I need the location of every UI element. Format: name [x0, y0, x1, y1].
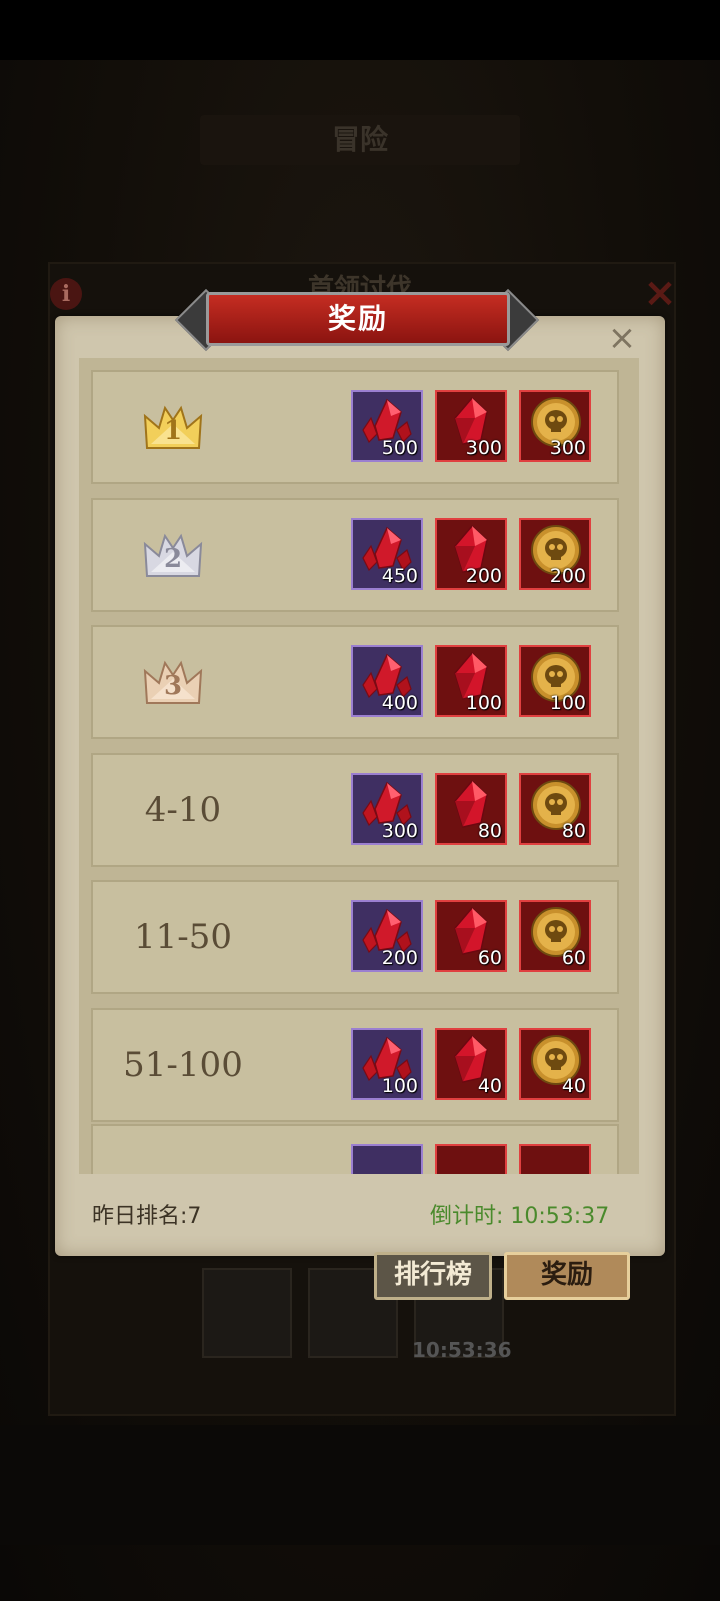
crystal-cluster-icon[interactable]: 300	[351, 772, 423, 845]
skull-coin-icon[interactable]: 60	[519, 900, 591, 973]
dialog-title: 奖励	[327, 302, 388, 335]
crystal-cluster-icon[interactable]: 100	[351, 1028, 423, 1100]
reward-quantity: 40	[477, 1075, 502, 1097]
reward-row: 3 400 100 100	[91, 625, 619, 740]
reward-quantity: 200	[549, 564, 586, 587]
skull-coin-icon[interactable]: 200	[519, 517, 591, 590]
dialog-header: 奖励	[174, 288, 540, 352]
reward-quantity: 450	[381, 564, 418, 587]
reward-row: 2 450 200 200	[91, 497, 619, 612]
close-icon[interactable]: ×	[606, 321, 638, 355]
red-gem-icon[interactable]: 80	[435, 772, 507, 845]
reward-row: 1 500 300 300	[91, 370, 619, 484]
reward-quantity: 40	[561, 1075, 586, 1097]
reward-quantity: 200	[381, 947, 418, 970]
reward-quantity: 300	[549, 437, 586, 459]
reward-row: 51-100 100 40 40	[91, 1008, 619, 1122]
crystal-cluster-icon[interactable]: 450	[351, 517, 423, 590]
boss-panel-close-icon[interactable]: ×	[643, 273, 677, 313]
countdown-timer: 倒计时: 10:53:37	[430, 1204, 610, 1229]
crystal-cluster-icon[interactable]: 400	[351, 645, 423, 718]
reward-row: 4-10 300 80 80	[91, 752, 619, 867]
red-gem-icon[interactable]: 300	[435, 390, 507, 462]
title-banner: 奖励	[206, 292, 510, 346]
bottom-navigation	[0, 1425, 720, 1545]
reward-quantity: 100	[381, 1075, 418, 1097]
rank-number: 2	[163, 543, 183, 574]
bronze-crown-icon: 3	[141, 653, 205, 709]
reward-quantity: 60	[477, 947, 502, 970]
reward-dialog: 1 500 300 300 2 450 200 200 3 400 100 10…	[55, 316, 665, 1256]
rank-range: 11-50	[133, 917, 232, 958]
yesterday-rank: 昨日排名:7	[92, 1204, 202, 1229]
reward-quantity: 80	[561, 819, 586, 842]
reward-quantity: 100	[549, 692, 586, 715]
rank-number: 3	[163, 671, 183, 702]
crystal-cluster-icon	[351, 1144, 423, 1174]
reward-quantity: 300	[465, 437, 502, 459]
skull-coin-icon[interactable]: 100	[519, 645, 591, 718]
reward-list[interactable]: 1 500 300 300 2 450 200 200 3 400 100 10…	[79, 358, 639, 1174]
gold-crown-icon: 1	[141, 398, 205, 454]
red-gem-icon[interactable]: 200	[435, 517, 507, 590]
rank-range: 4-10	[144, 789, 222, 830]
reward-quantity: 400	[381, 692, 418, 715]
reward-quantity: 60	[561, 947, 586, 970]
red-gem-icon	[435, 1144, 507, 1174]
skull-coin-icon	[519, 1144, 591, 1174]
top-title-plate: 冒险	[200, 115, 520, 165]
reward-row-partial	[91, 1124, 619, 1174]
reward-quantity: 500	[381, 437, 418, 459]
top-title: 冒险	[331, 123, 388, 156]
skull-coin-icon[interactable]: 80	[519, 772, 591, 845]
leaderboard-button[interactable]: 排行榜	[374, 1252, 492, 1300]
rank-range: 51-100	[123, 1045, 243, 1085]
reward-quantity: 300	[381, 819, 418, 842]
reward-quantity: 200	[465, 564, 502, 587]
crystal-cluster-icon[interactable]: 500	[351, 390, 423, 462]
rank-number: 1	[163, 416, 183, 446]
info-icon[interactable]: i	[50, 278, 82, 310]
red-gem-icon[interactable]: 60	[435, 900, 507, 973]
skull-coin-icon[interactable]: 40	[519, 1028, 591, 1100]
red-gem-icon[interactable]: 100	[435, 645, 507, 718]
reward-quantity: 100	[465, 692, 502, 715]
skull-coin-icon[interactable]: 300	[519, 390, 591, 462]
silver-crown-icon: 2	[141, 526, 205, 582]
reward-tab-button[interactable]: 奖励	[504, 1252, 630, 1300]
reward-row: 11-50 200 60 60	[91, 880, 619, 995]
red-gem-icon[interactable]: 40	[435, 1028, 507, 1100]
boss-portrait	[202, 1268, 292, 1358]
boss-timer: 10:53:36	[412, 1338, 512, 1362]
reward-quantity: 80	[477, 819, 502, 842]
crystal-cluster-icon[interactable]: 200	[351, 900, 423, 973]
